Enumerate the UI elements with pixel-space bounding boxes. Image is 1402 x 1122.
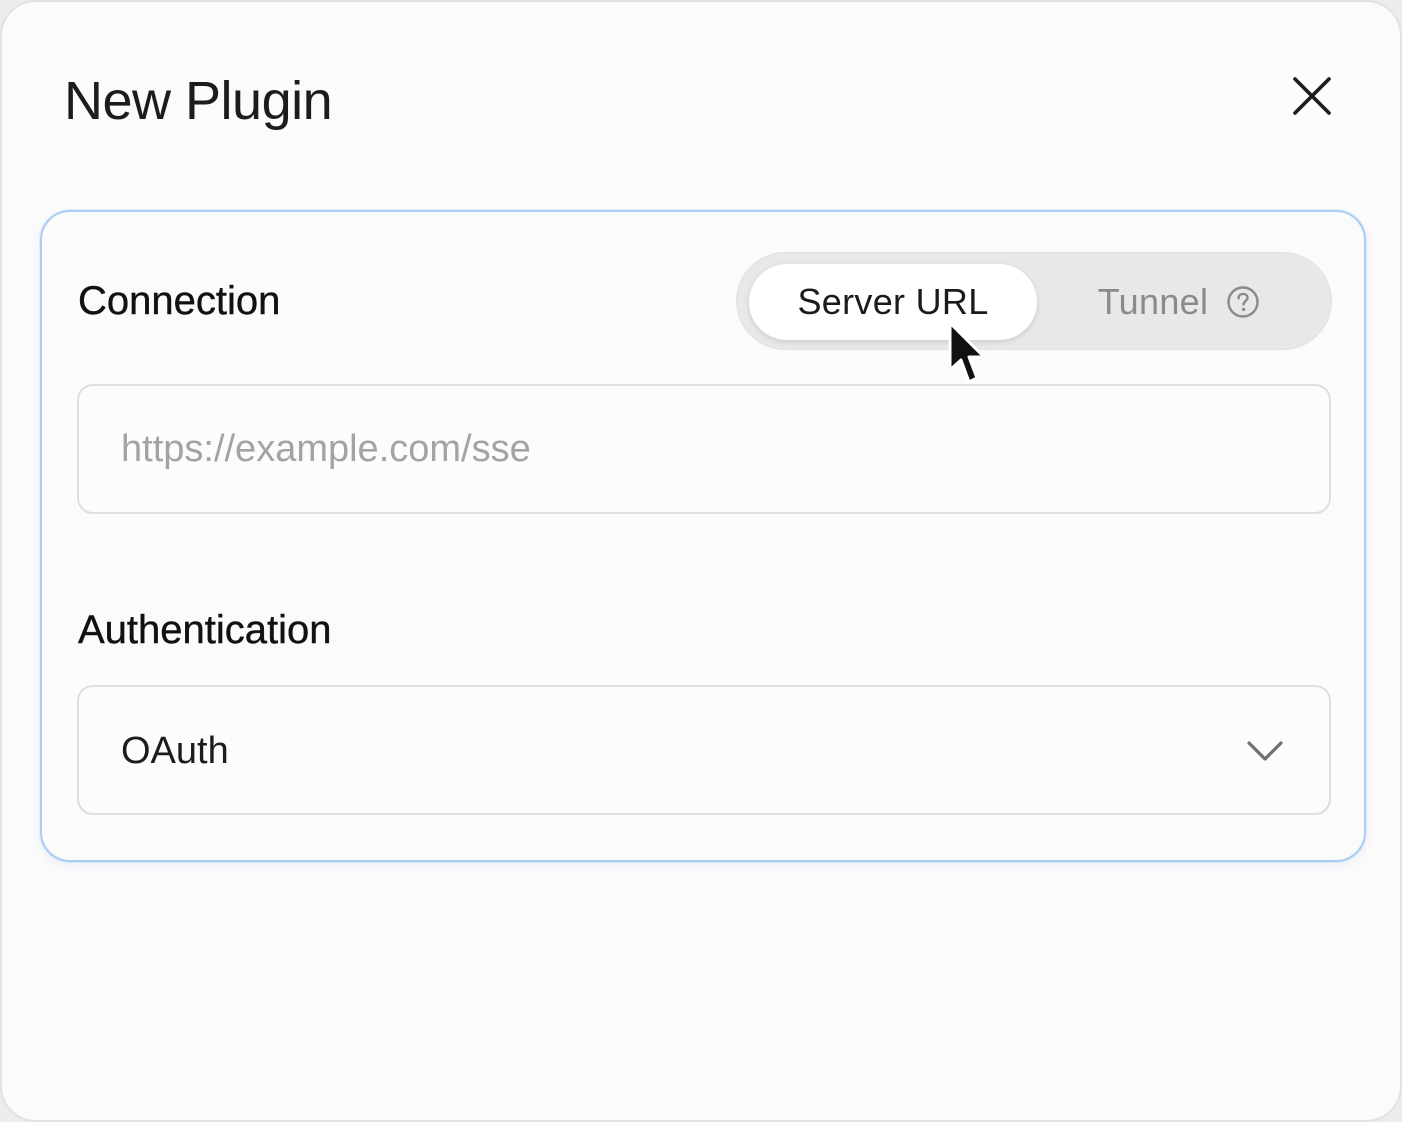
tab-tunnel-label: Tunnel	[1097, 281, 1209, 322]
connection-mode-toggle: Server URL Tunnel	[736, 252, 1332, 350]
authentication-select[interactable]: OAuth	[77, 685, 1331, 815]
tab-tunnel[interactable]: Tunnel	[1037, 264, 1321, 340]
tab-server-url-label: Server URL	[797, 281, 989, 322]
connection-label: Connection	[78, 279, 281, 323]
close-button[interactable]	[1284, 68, 1340, 124]
tab-server-url[interactable]: Server URL	[749, 264, 1037, 340]
authentication-label: Authentication	[78, 608, 332, 652]
authentication-selected-value: OAuth	[121, 730, 229, 772]
chevron-down-icon	[1247, 741, 1283, 761]
server-url-input[interactable]	[77, 384, 1331, 514]
plugin-config-panel: Connection Server URL Tunnel Authenticat…	[40, 210, 1366, 862]
dialog-title: New Plugin	[64, 71, 333, 131]
close-icon	[1293, 77, 1331, 115]
new-plugin-dialog: New Plugin Connection Server URL Tunnel	[0, 0, 1402, 1122]
help-circle-icon[interactable]	[1226, 285, 1260, 319]
